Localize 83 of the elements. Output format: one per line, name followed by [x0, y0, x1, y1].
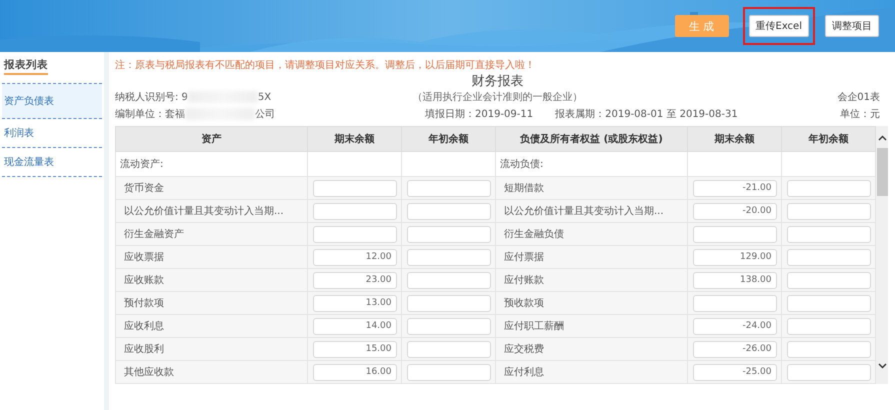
scroll-thumb[interactable] [876, 148, 888, 196]
amount-field[interactable] [312, 180, 396, 196]
amount-field[interactable] [406, 202, 490, 220]
sidebar-item[interactable]: 现金流量表 [2, 148, 102, 177]
item-label: 以公允价值计量且其变动计入当期... [496, 200, 688, 222]
amount-field[interactable]: -24.00 [692, 318, 776, 334]
amount-field[interactable] [786, 364, 870, 380]
amount-field[interactable] [406, 318, 490, 334]
item-label: 货币资金 [116, 176, 308, 200]
amount-field[interactable] [406, 180, 490, 196]
amount-field[interactable] [406, 248, 490, 266]
currency-unit: 单位：元 [840, 108, 881, 121]
item-label: 应收账款 [116, 268, 308, 292]
amount-field[interactable] [406, 294, 490, 312]
taxpayer-id-text: 5X [258, 92, 272, 102]
sidebar-title: 报表列表 [4, 58, 48, 75]
item-label: 预付款项 [116, 292, 308, 314]
amount-field[interactable]: -25.00 [692, 364, 776, 380]
column-header: 期末余额 [688, 126, 782, 152]
item-label: 应付职工薪酬 [496, 314, 688, 338]
amount-field[interactable]: 14.00 [312, 318, 396, 334]
column-header: 期末余额 [308, 126, 402, 152]
scroll-down-icon[interactable] [878, 361, 886, 370]
item-label: 衍生金融负债 [496, 222, 688, 246]
item-label: 衍生金融资产 [116, 222, 308, 246]
amount-field[interactable] [312, 202, 396, 220]
item-label: 应付账款 [496, 268, 688, 292]
item-label: 应付利息 [496, 360, 688, 384]
report-period: 报表属期：2019-08-01 至 2019-08-31 [555, 108, 738, 121]
column-header: 资产 [116, 126, 308, 152]
amount-field[interactable]: 23.00 [312, 272, 396, 288]
amount-field[interactable]: -26.00 [692, 340, 776, 358]
sidebar-item[interactable]: 利润表 [2, 119, 102, 148]
section-label: 流动资产: [116, 152, 308, 176]
fill-date: 填报日期：2019-09-11 [425, 108, 534, 121]
amount-field[interactable] [692, 294, 776, 312]
amount-field[interactable]: 129.00 [692, 248, 776, 266]
scroll-up-icon[interactable] [878, 134, 886, 143]
item-label: 应收股利 [116, 338, 308, 360]
amount-field[interactable] [406, 364, 490, 380]
scrollbar[interactable] [876, 126, 888, 384]
item-label: 短期借款 [496, 176, 688, 200]
item-label: 应交税费 [496, 338, 688, 360]
amount-field[interactable] [786, 180, 870, 196]
header-button[interactable]: 重传Excel [748, 15, 809, 37]
unit-text: 公司 [255, 108, 275, 121]
amount-field[interactable] [786, 318, 870, 334]
amount-field[interactable] [406, 272, 490, 288]
amount-field[interactable] [786, 340, 870, 358]
taxpayer-id-label: 纳税人识别号: 9 [115, 90, 188, 104]
amount-field[interactable]: 15.00 [312, 340, 396, 358]
unit-label: 编制单位：套福 [115, 108, 185, 121]
amount-field[interactable]: 16.00 [312, 364, 396, 380]
amount-field[interactable] [692, 226, 776, 242]
item-label: 应收票据 [116, 246, 308, 268]
amount-field[interactable] [312, 226, 396, 242]
header-button[interactable]: 调整项目 [825, 15, 879, 37]
amount-field[interactable] [786, 202, 870, 220]
amount-field[interactable]: 138.00 [692, 272, 776, 288]
item-label: 预收款项 [496, 292, 688, 314]
amount-field[interactable] [406, 226, 490, 242]
item-label: 其他应收款 [116, 360, 308, 384]
column-header: 年初余额 [782, 126, 876, 152]
amount-field[interactable]: -20.00 [692, 202, 776, 220]
column-header: 负债及所有者权益 (或股东权益) [496, 126, 688, 152]
amount-field[interactable]: 12.00 [312, 248, 396, 266]
column-header: 年初余额 [402, 126, 496, 152]
amount-field[interactable]: -21.00 [692, 180, 776, 196]
item-label: 应付票据 [496, 246, 688, 268]
amount-field[interactable] [786, 226, 870, 242]
amount-field[interactable] [786, 294, 870, 312]
notice-text: 注：原表与税局报表有不匹配的项目，请调整项目对应关系。调整后，以后届期可直接导入啦！ [115, 58, 535, 72]
sidebar-item[interactable]: 资产负债表 [2, 84, 102, 119]
item-label: 以公允价值计量且其变动计入当期... [116, 200, 308, 222]
section-label: 流动负债: [496, 152, 688, 176]
amount-field[interactable]: 13.00 [312, 294, 396, 312]
amount-field[interactable] [406, 340, 490, 358]
form-code: 会企01表 [837, 92, 880, 103]
report-subtitle: （适用执行企业会计准则的一般企业） [412, 90, 582, 104]
amount-field[interactable] [786, 248, 870, 266]
report-title: 财务报表 [472, 73, 524, 90]
item-label: 应收利息 [116, 314, 308, 338]
amount-field[interactable] [786, 272, 870, 288]
